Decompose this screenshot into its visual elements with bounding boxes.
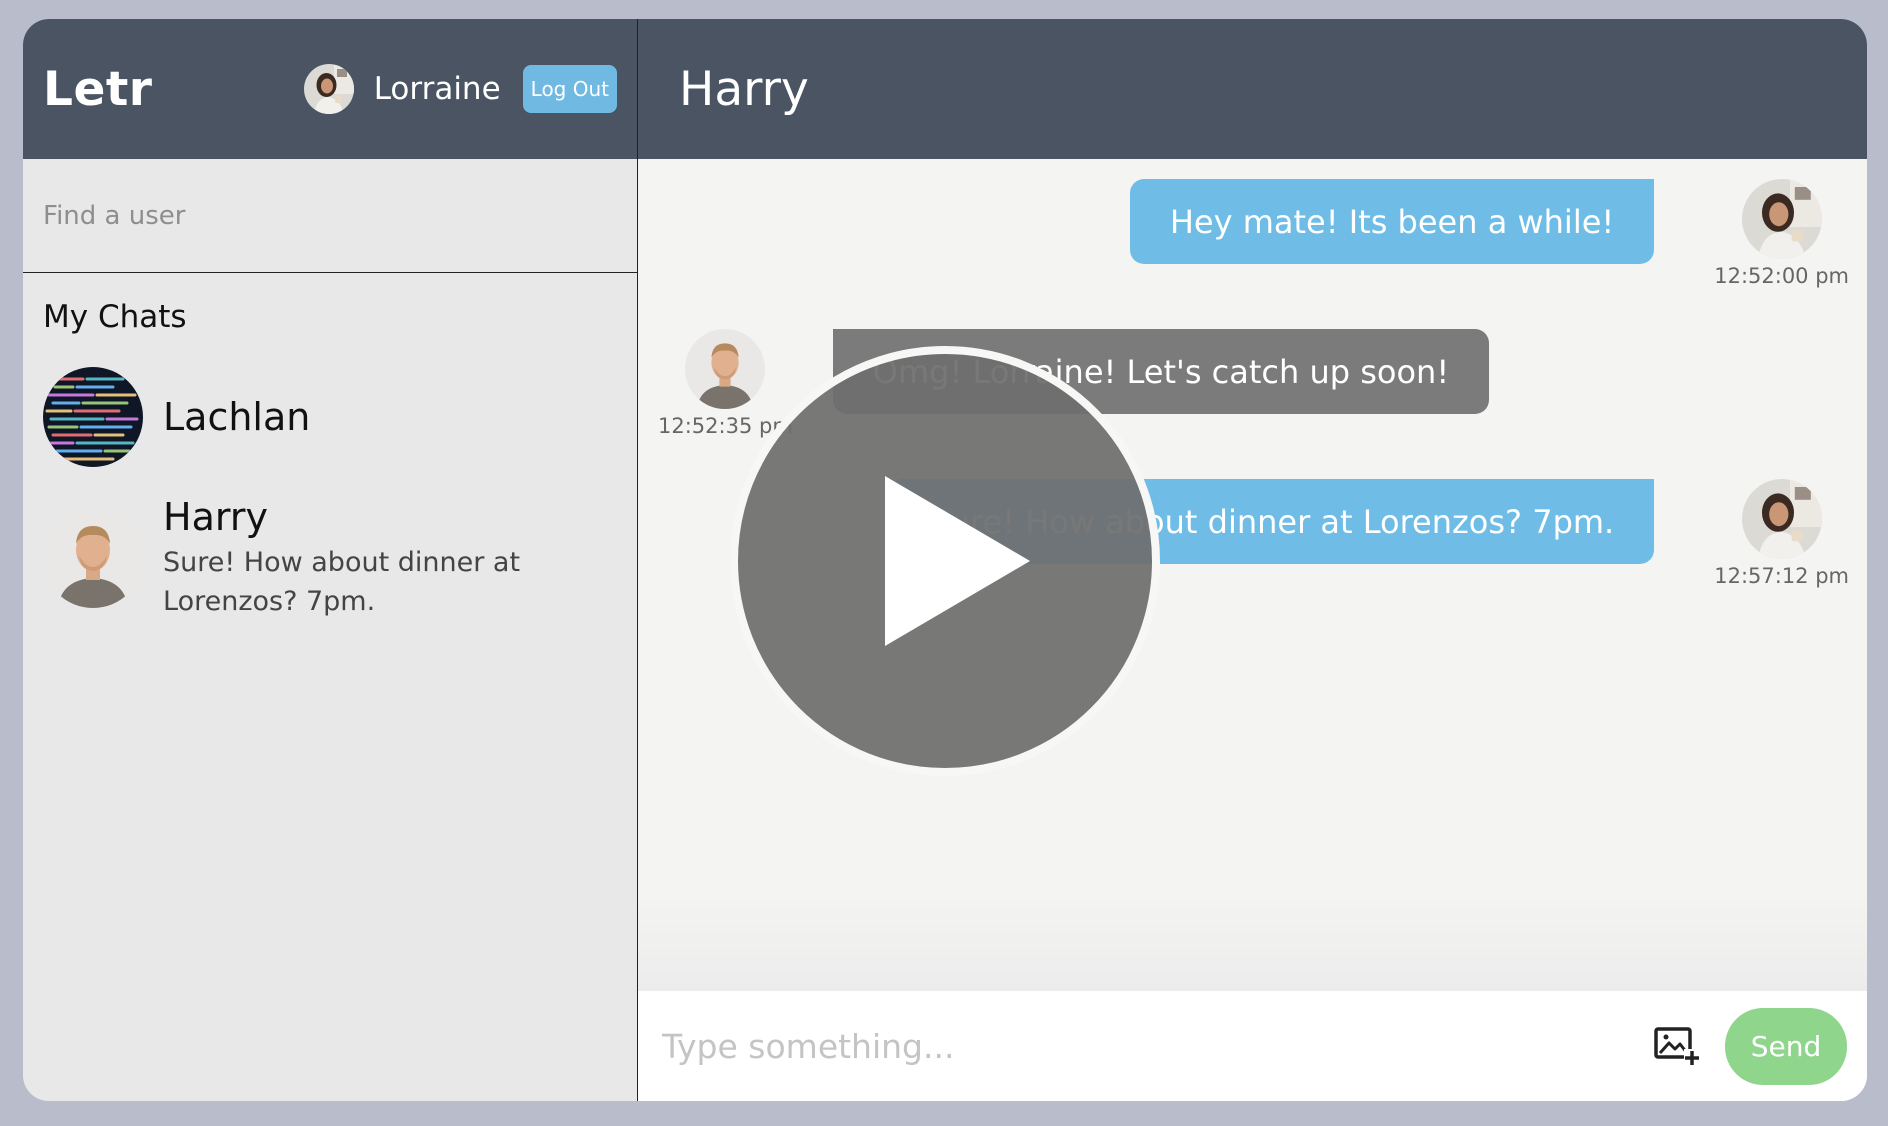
user-search [23,159,637,273]
sidebar: Letr Lorraine Log Out My Chats Lachlan [23,19,638,1101]
add-image-icon[interactable] [1653,1022,1701,1070]
current-user-name: Lorraine [373,71,501,107]
chat-item-info: Lachlan [163,395,310,439]
avatar [43,508,143,608]
current-user-avatar [304,64,354,114]
message-meta: 12:52:00 pm [1714,179,1849,288]
search-input[interactable] [43,200,617,231]
video-play-button[interactable] [730,346,1160,776]
message-meta: 12:52:35 pm [658,329,793,438]
message-composer: Send [638,991,1867,1101]
avatar [685,329,765,409]
chat-item-last-message: Sure! How about dinner at Lorenzos? 7pm. [163,547,521,617]
message-time: 12:57:12 pm [1714,564,1849,588]
app-logo: Letr [43,61,153,117]
my-chats-heading: My Chats [43,299,187,335]
message-input[interactable] [662,1026,1653,1066]
chat-item-harry[interactable]: Harry Sure! How about dinner at Lorenzos… [23,481,637,635]
avatar [1742,179,1822,259]
message-time: 12:52:00 pm [1714,264,1849,288]
message-meta: 12:57:12 pm [1714,479,1849,588]
message-bubble: Hey mate! Its been a while! [1129,179,1655,264]
chat-title: Harry [638,19,1867,159]
send-button[interactable]: Send [1725,1007,1847,1085]
chat-item-info: Harry Sure! How about dinner at Lorenzos… [163,495,533,621]
chat-item-lachlan[interactable]: Lachlan [23,353,637,481]
avatar [1742,479,1822,559]
play-icon [885,476,1030,646]
chat-item-name: Lachlan [163,395,311,439]
logout-button[interactable]: Log Out [522,65,617,113]
avatar [43,367,143,467]
chat-item-name: Harry [163,495,268,539]
message: Hey mate! Its been a while! 12:52:00 pm [1129,179,1849,288]
sidebar-header: Letr Lorraine Log Out [23,19,637,159]
current-user: Lorraine Log Out [304,64,617,114]
